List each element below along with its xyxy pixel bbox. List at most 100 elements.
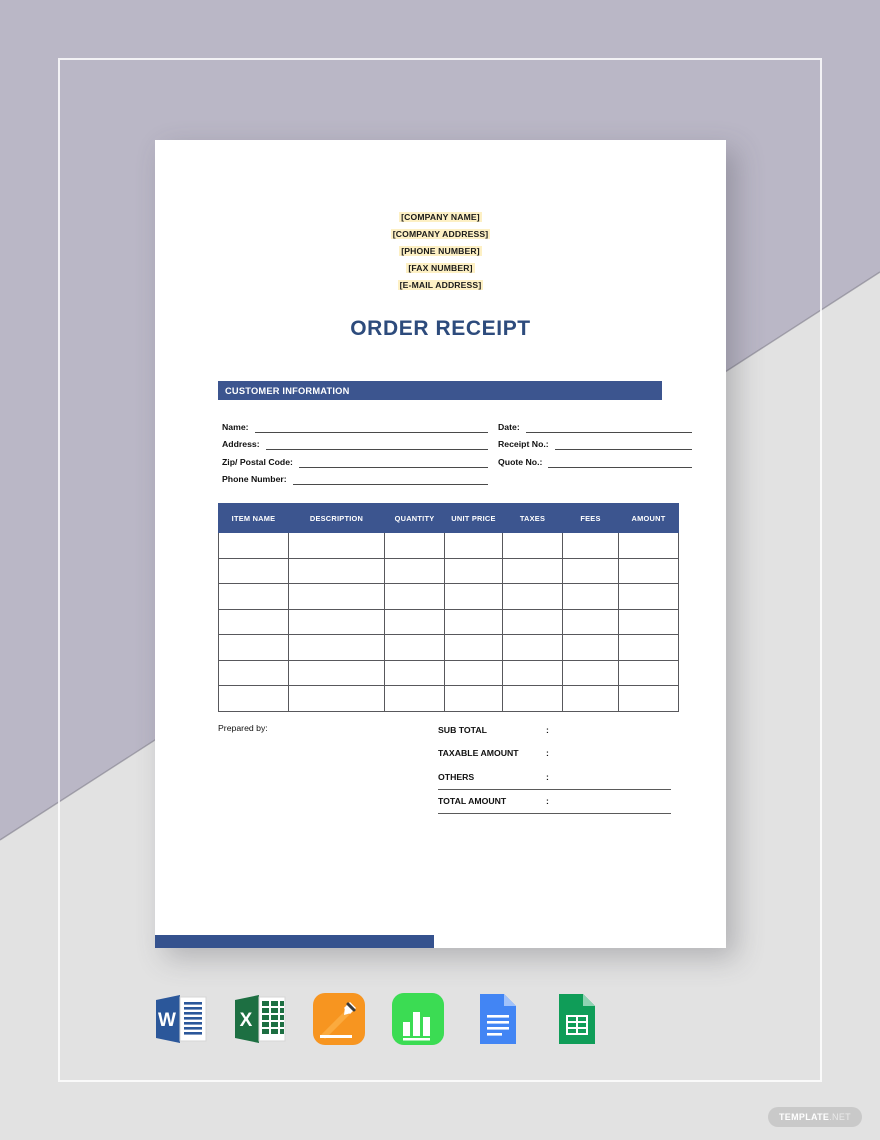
cell-fees[interactable] — [562, 685, 619, 712]
cell-fees[interactable] — [562, 634, 619, 661]
cell-item-name[interactable] — [218, 557, 289, 584]
field-phone-number[interactable]: Phone Number: — [222, 468, 488, 485]
field-name-label: Name: — [222, 421, 249, 432]
total-row-others: OTHERS : — [438, 765, 671, 790]
cell-taxes[interactable] — [502, 634, 563, 661]
cell-quantity[interactable] — [384, 659, 445, 686]
google-sheets-icon[interactable] — [545, 988, 607, 1050]
cell-amount[interactable] — [618, 685, 679, 712]
field-receipt-no[interactable]: Receipt No.: — [498, 433, 692, 450]
cell-item-name[interactable] — [218, 659, 289, 686]
cell-fees[interactable] — [562, 557, 619, 584]
table-row[interactable] — [218, 608, 679, 635]
cell-amount[interactable] — [618, 659, 679, 686]
cell-description[interactable] — [288, 532, 385, 559]
total-label-others: OTHERS — [438, 771, 475, 782]
field-name-input[interactable] — [254, 420, 488, 433]
cell-unit-price[interactable] — [444, 583, 503, 610]
line-items-table: ITEM NAME DESCRIPTION QUANTITY UNIT PRIC… — [218, 503, 679, 712]
cell-quantity[interactable] — [384, 532, 445, 559]
field-zip-postal-code[interactable]: Zip/ Postal Code: — [222, 450, 488, 468]
total-label-taxable-amount: TAXABLE AMOUNT — [438, 748, 519, 759]
field-phone-number-input[interactable] — [292, 472, 488, 485]
field-date-input[interactable] — [525, 420, 692, 433]
cell-description[interactable] — [288, 659, 385, 686]
template-net-watermark: TEMPLATE .NET — [768, 1107, 862, 1127]
total-row-taxable-amount: TAXABLE AMOUNT : — [438, 742, 671, 766]
field-zip-postal-code-label: Zip/ Postal Code: — [222, 456, 293, 467]
cell-item-name[interactable] — [218, 634, 289, 661]
cell-fees[interactable] — [562, 608, 619, 635]
cell-taxes[interactable] — [502, 685, 563, 712]
field-quote-no[interactable]: Quote No.: — [498, 450, 692, 468]
page-title: ORDER RECEIPT — [350, 317, 531, 340]
file-format-icon-row: W X — [150, 988, 600, 1050]
cell-item-name[interactable] — [218, 608, 289, 635]
cell-quantity[interactable] — [384, 608, 445, 635]
cell-quantity[interactable] — [384, 634, 445, 661]
customer-fields-left-column: Name: Address: Zip/ Postal Code: Phone N… — [222, 415, 488, 485]
microsoft-excel-icon[interactable]: X — [229, 988, 291, 1050]
cell-description[interactable] — [288, 608, 385, 635]
cell-amount[interactable] — [618, 608, 679, 635]
table-row[interactable] — [218, 557, 679, 584]
cell-item-name[interactable] — [218, 583, 289, 610]
cell-unit-price[interactable] — [444, 634, 503, 661]
cell-unit-price[interactable] — [444, 532, 503, 559]
column-header-fees: FEES — [562, 503, 619, 533]
cell-unit-price[interactable] — [444, 557, 503, 584]
field-address[interactable]: Address: — [222, 433, 488, 450]
field-name[interactable]: Name: — [222, 415, 488, 433]
cell-description[interactable] — [288, 557, 385, 584]
apple-numbers-icon[interactable] — [387, 988, 449, 1050]
cell-fees[interactable] — [562, 659, 619, 686]
cell-taxes[interactable] — [502, 659, 563, 686]
cell-item-name[interactable] — [218, 532, 289, 559]
field-quote-no-input[interactable] — [548, 455, 692, 468]
cell-taxes[interactable] — [502, 583, 563, 610]
cell-amount[interactable] — [618, 557, 679, 584]
letterhead: [COMPANY NAME] [COMPANY ADDRESS] [PHONE … — [155, 208, 726, 293]
footer-accent-bar — [155, 935, 434, 948]
table-row[interactable] — [218, 583, 679, 610]
column-header-description: DESCRIPTION — [288, 503, 385, 533]
cell-item-name[interactable] — [218, 685, 289, 712]
cell-taxes[interactable] — [502, 532, 563, 559]
cell-unit-price[interactable] — [444, 608, 503, 635]
table-row[interactable] — [218, 685, 679, 712]
cell-unit-price[interactable] — [444, 659, 503, 686]
table-row[interactable] — [218, 659, 679, 686]
google-docs-icon[interactable] — [466, 988, 528, 1050]
total-separator-total-amount: : — [546, 796, 549, 807]
field-receipt-no-input[interactable] — [554, 437, 692, 450]
total-separator-taxable-amount: : — [546, 748, 549, 759]
field-address-input[interactable] — [265, 437, 488, 450]
field-zip-postal-code-input[interactable] — [298, 455, 488, 468]
total-label-total-amount: TOTAL AMOUNT — [438, 796, 507, 807]
cell-quantity[interactable] — [384, 685, 445, 712]
cell-description[interactable] — [288, 583, 385, 610]
column-header-taxes: TAXES — [502, 503, 563, 533]
column-header-unit-price: UNIT PRICE — [444, 503, 503, 533]
field-date[interactable]: Date: — [498, 415, 692, 433]
cell-fees[interactable] — [562, 583, 619, 610]
field-address-label: Address: — [222, 439, 260, 449]
microsoft-word-icon[interactable]: W — [150, 988, 212, 1050]
table-body — [218, 532, 679, 712]
watermark-light-text: .NET — [829, 1112, 851, 1122]
cell-taxes[interactable] — [502, 557, 563, 584]
cell-description[interactable] — [288, 685, 385, 712]
table-row[interactable] — [218, 634, 679, 661]
cell-amount[interactable] — [618, 634, 679, 661]
cell-unit-price[interactable] — [444, 685, 503, 712]
watermark-strong-text: TEMPLATE — [779, 1112, 830, 1122]
cell-description[interactable] — [288, 634, 385, 661]
cell-taxes[interactable] — [502, 608, 563, 635]
table-row[interactable] — [218, 532, 679, 559]
cell-amount[interactable] — [618, 532, 679, 559]
apple-pages-icon[interactable] — [308, 988, 370, 1050]
cell-fees[interactable] — [562, 532, 619, 559]
cell-amount[interactable] — [618, 583, 679, 610]
cell-quantity[interactable] — [384, 583, 445, 610]
cell-quantity[interactable] — [384, 557, 445, 584]
